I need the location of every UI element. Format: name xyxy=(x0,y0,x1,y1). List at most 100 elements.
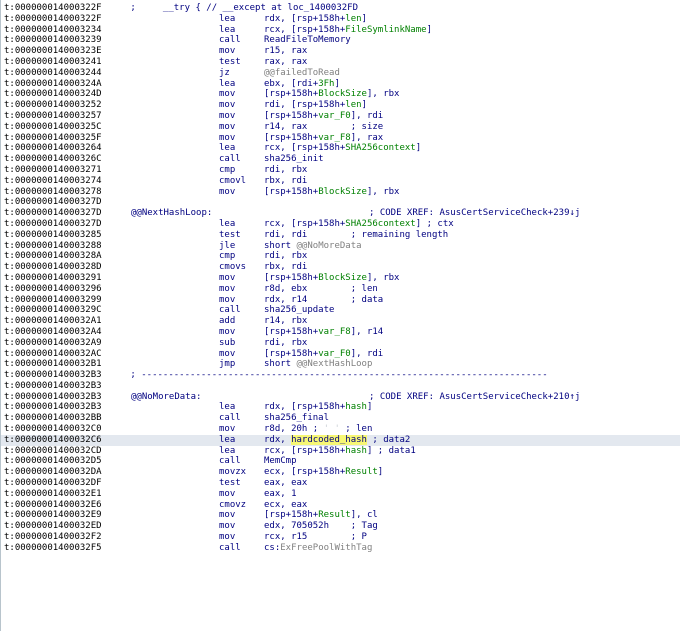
stack-variable[interactable]: BlockSize xyxy=(318,273,367,283)
listing-line[interactable]: t:000000014000327D xyxy=(1,197,680,208)
operands: rcx, [rsp+158h+SHA256context] xyxy=(264,143,421,154)
listing-line[interactable]: t:000000014000328D cmovs rbx, rdi xyxy=(1,262,680,273)
listing-line[interactable]: t:000000014000325F mov [rsp+158h+var_F8], … xyxy=(1,133,680,144)
stack-variable[interactable]: hash xyxy=(345,402,367,412)
listing-line[interactable]: t:000000014000325C mov r14, rax ; size xyxy=(1,122,680,133)
stack-variable[interactable]: Result xyxy=(318,510,351,520)
listing-line[interactable]: t:00000001400032E6 cmovz ecx, eax xyxy=(1,500,680,511)
listing-line[interactable]: t:000000014000324D mov [rsp+158h+BlockSize… xyxy=(1,89,680,100)
listing-line[interactable]: t:000000014000322F ; __try { // __except… xyxy=(1,3,680,14)
xref-comment[interactable]: ; CODE XREF: AsusCertServiceCheck+210↑j xyxy=(369,392,580,403)
mnemonic: mov xyxy=(219,424,236,435)
listing-line[interactable]: t:00000001400032F5 call cs:ExFreePoolWithT… xyxy=(1,543,680,554)
listing-line[interactable]: t:00000001400032E9 mov [rsp+158h+Result], … xyxy=(1,510,680,521)
mnemonic: add xyxy=(219,316,236,327)
listing-line[interactable]: t:00000001400032B3 xyxy=(1,381,680,392)
listing-line[interactable]: t:000000014000329C call sha256_update xyxy=(1,305,680,316)
operand-text: ] xyxy=(426,24,432,35)
code-label[interactable]: @@NoMoreData: xyxy=(131,392,201,403)
listing-line[interactable]: t:0000000140003257 mov [rsp+158h+var_F0], … xyxy=(1,111,680,122)
operand-text: ], r14 xyxy=(350,326,384,337)
operand-text: ReadFileToMemory xyxy=(264,35,351,46)
listing-line[interactable]: t:00000001400032B3 ; -------------------… xyxy=(1,370,680,381)
stack-variable[interactable]: var_F8 xyxy=(318,327,351,337)
listing-line[interactable]: t:0000000140003285 test rdi, rdi ; remaini… xyxy=(1,230,680,241)
symbol-reference[interactable]: @@failedToRead xyxy=(264,68,340,78)
listing-line[interactable]: t:000000014000327D @@NextHashLoop: ; CODE … xyxy=(1,208,680,219)
address: t:000000014000325C xyxy=(4,121,102,132)
stack-variable[interactable]: var_F0 xyxy=(318,349,351,359)
address: t:00000001400032CD xyxy=(4,445,102,456)
xref-comment[interactable]: ; CODE XREF: AsusCertServiceCheck+239↓j xyxy=(369,208,580,219)
listing-line[interactable]: t:0000000140003288 jle short @@NoMoreData xyxy=(1,241,680,252)
listing-line[interactable]: t:00000001400032D5 call MemCmp xyxy=(1,456,680,467)
listing-line[interactable]: t:00000001400032AC mov [rsp+158h+var_F0], … xyxy=(1,349,680,360)
listing-line[interactable]: t:0000000140003271 cmp rdi, rbx xyxy=(1,165,680,176)
stack-variable[interactable]: hash xyxy=(345,446,367,456)
listing-line[interactable]: t:000000014000323E mov r15, rax xyxy=(1,46,680,57)
operands: [rsp+158h+var_F8], rax xyxy=(264,133,383,144)
listing-line[interactable]: t:0000000140003274 cmovl rbx, rdi xyxy=(1,176,680,187)
mnemonic: lea xyxy=(219,78,236,89)
listing-line[interactable]: t:00000001400032B1 jmp short @@NextHashLoo… xyxy=(1,359,680,370)
listing-line[interactable]: t:0000000140003264 lea rcx, [rsp+158h+SHA2… xyxy=(1,143,680,154)
listing-line[interactable]: t:0000000140003234 lea rcx, [rsp+158h+File… xyxy=(1,25,680,36)
listing-line[interactable]: t:0000000140003252 mov rdi, [rsp+158h+len] xyxy=(1,100,680,111)
listing-line[interactable]: t:00000001400032BB call sha256_final xyxy=(1,413,680,424)
stack-variable[interactable]: BlockSize xyxy=(318,89,367,99)
operand-text: eax, eax xyxy=(264,478,308,489)
code-label[interactable]: @@NextHashLoop: xyxy=(131,208,212,219)
stack-variable[interactable]: FileSymlinkName xyxy=(345,25,426,35)
listing-line[interactable]: t:000000014000328A cmp rdi, rbx xyxy=(1,251,680,262)
disassembly-view[interactable]: t:000000014000322F ; __try { // __except… xyxy=(0,0,680,631)
listing-line[interactable]: t:000000014000322F lea rdx, [rsp+158h+len] xyxy=(1,14,680,25)
listing-line[interactable]: t:0000000140003239 call ReadFileToMemory xyxy=(1,35,680,46)
listing-line[interactable]: t:0000000140003291 mov [rsp+158h+BlockSize… xyxy=(1,273,680,284)
stack-variable[interactable]: var_F0 xyxy=(318,111,351,121)
symbol-reference[interactable]: ExFreePoolWithTag xyxy=(280,543,372,553)
stack-variable[interactable]: len xyxy=(345,14,361,24)
listing-line[interactable]: t:00000001400032A4 mov [rsp+158h+var_F8], … xyxy=(1,327,680,338)
stack-variable[interactable]: SHA256context xyxy=(345,219,415,229)
selected-listing-line[interactable]: t:00000001400032C6 lea rdx, hardcoded_hash… xyxy=(1,434,680,446)
operand-text[interactable]: ' ' xyxy=(324,424,340,434)
operands: sha256_final xyxy=(264,413,329,424)
highlighted-symbol[interactable]: hardcoded_hash xyxy=(291,434,367,445)
operand-text: [rsp+158h+ xyxy=(264,132,319,143)
operand-text: ] xyxy=(361,13,367,24)
listing-line[interactable]: t:00000001400032CD lea rcx, [rsp+158h+hash… xyxy=(1,446,680,457)
address: t:0000000140003296 xyxy=(4,283,102,294)
stack-variable[interactable]: len xyxy=(345,100,361,110)
listing-line[interactable]: t:00000001400032B3 lea rdx, [rsp+158h+hash… xyxy=(1,402,680,413)
listing-line[interactable]: t:00000001400032C0 mov r8d, 20h ; ' ' ; le… xyxy=(1,424,680,435)
listing-line[interactable]: t:00000001400032B3 @@NoMoreData: ; CODE XR… xyxy=(1,392,680,403)
address: t:0000000140003239 xyxy=(4,35,102,46)
operands: rax, rax xyxy=(264,57,307,68)
listing-line[interactable]: t:00000001400032A9 sub rdi, rbx xyxy=(1,338,680,349)
listing-line[interactable]: t:00000001400032DF test eax, eax xyxy=(1,478,680,489)
listing-line[interactable]: t:00000001400032E1 mov eax, 1 xyxy=(1,489,680,500)
stack-variable[interactable]: Result xyxy=(345,467,378,477)
operand-text: [rsp+158h+ xyxy=(264,326,319,337)
symbol-reference[interactable]: @@NoMoreData xyxy=(297,241,362,251)
stack-variable[interactable]: SHA256context xyxy=(345,143,415,153)
listing-line[interactable]: t:00000001400032A1 add r14, rbx xyxy=(1,316,680,327)
stack-variable[interactable]: 3Fh xyxy=(318,79,334,89)
listing-line[interactable]: t:000000014000326C call sha256_init xyxy=(1,154,680,165)
stack-variable[interactable]: var_F8 xyxy=(318,133,351,143)
listing-line[interactable]: t:00000001400032F2 mov rcx, r15 ; P xyxy=(1,532,680,543)
listing-line[interactable]: t:00000001400032DA movzx ecx, [rsp+158h+Re… xyxy=(1,467,680,478)
stack-variable[interactable]: BlockSize xyxy=(318,187,367,197)
operands: short @@NoMoreData xyxy=(264,241,362,252)
listing-line[interactable]: t:0000000140003241 test rax, rax xyxy=(1,57,680,68)
listing-line[interactable]: t:000000014000324A lea ebx, [rdi+3Fh] xyxy=(1,79,680,90)
listing-line[interactable]: t:0000000140003296 mov r8d, ebx ; len xyxy=(1,284,680,295)
listing-line[interactable]: t:0000000140003299 mov rdx, r14 ; data xyxy=(1,295,680,306)
listing-line[interactable]: t:0000000140003278 mov [rsp+158h+BlockSize… xyxy=(1,187,680,198)
address: t:00000001400032A4 xyxy=(4,326,102,337)
listing-line[interactable]: t:000000014000327D lea rcx, [rsp+158h+SHA2… xyxy=(1,219,680,230)
listing-line[interactable]: t:00000001400032ED mov edx, 705052h ; Tag xyxy=(1,521,680,532)
symbol-reference[interactable]: @@NextHashLoop xyxy=(297,359,373,369)
listing-line[interactable]: t:0000000140003244 jz @@failedToRead xyxy=(1,68,680,79)
operands: [rsp+158h+var_F0], rdi xyxy=(264,111,383,122)
